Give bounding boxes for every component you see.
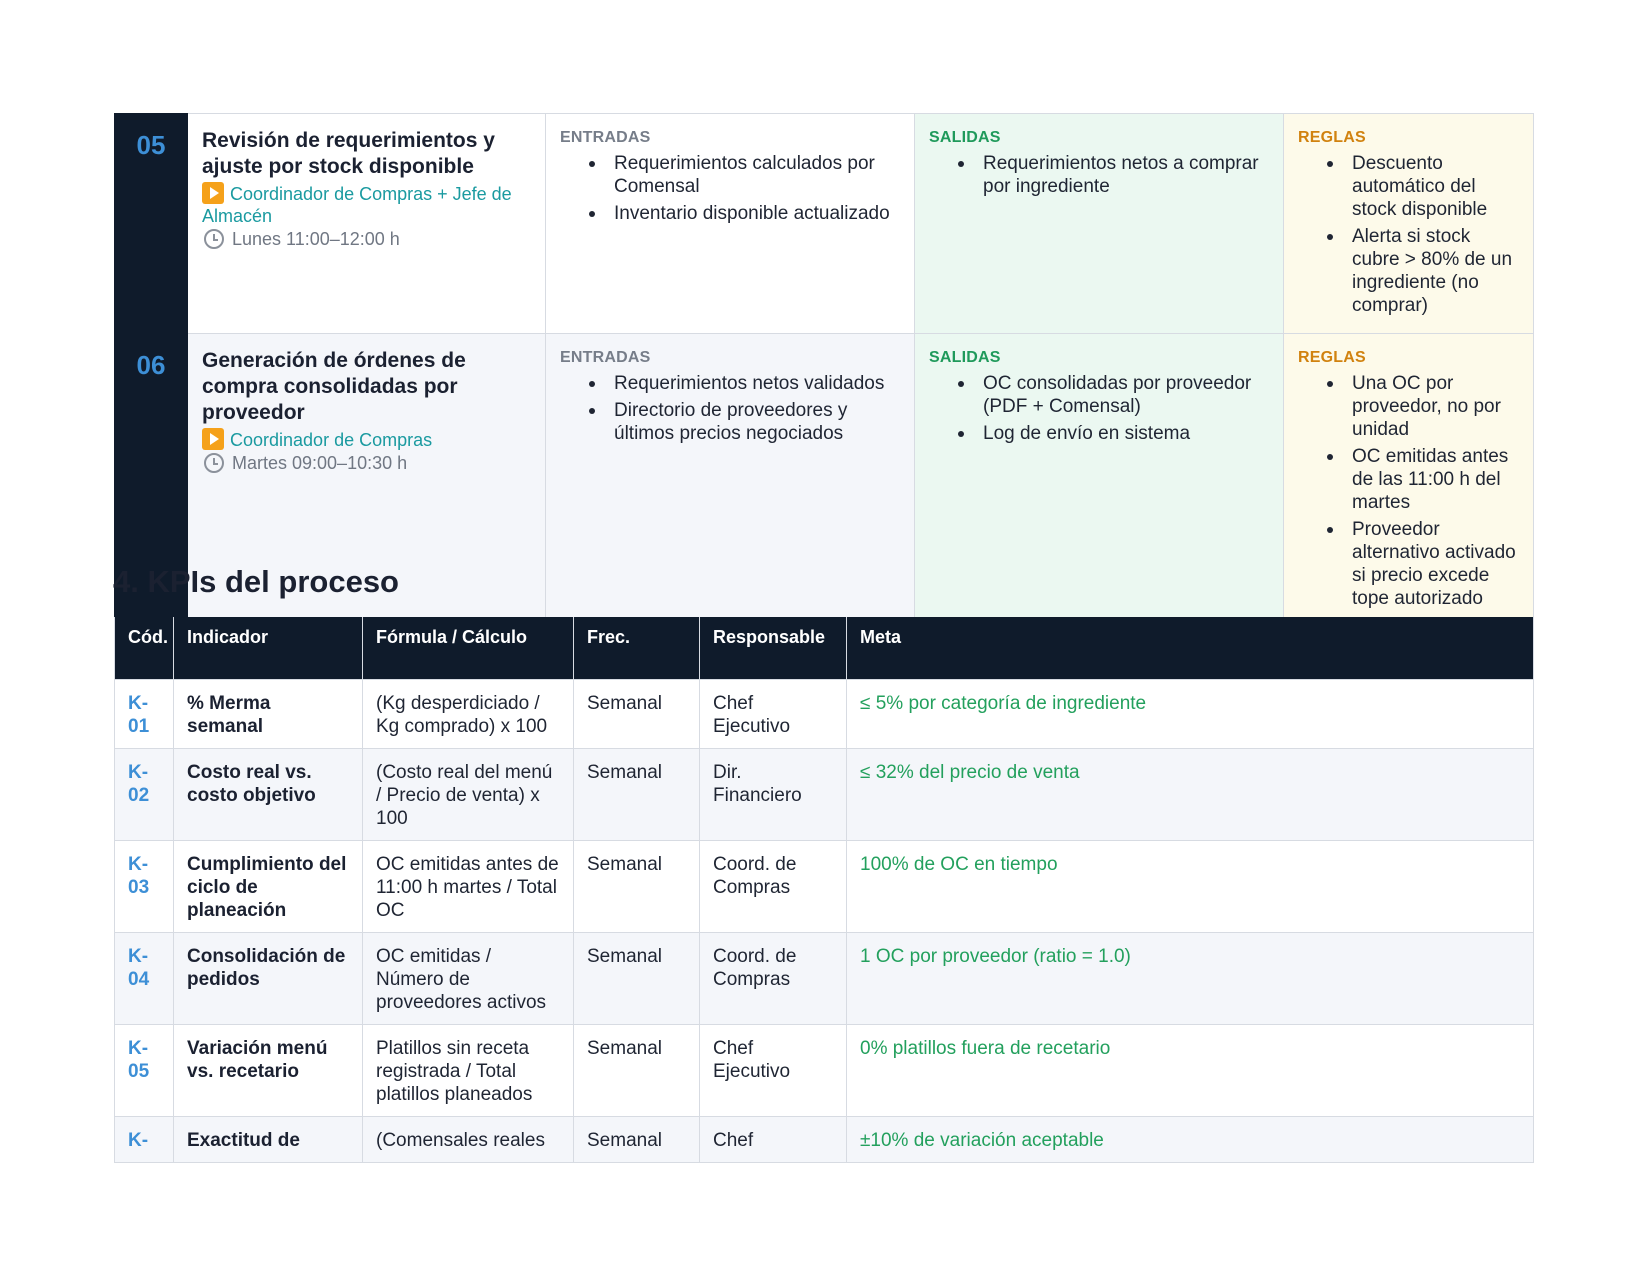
reglas-cell: REGLAS Una OC por proveedor, no por unida… (1283, 333, 1534, 627)
kpi-frequency: Semanal (573, 679, 700, 749)
kpi-formula: OC emitidas / Número de proveedores acti… (362, 932, 574, 1025)
kpi-formula: (Comensales reales (362, 1116, 574, 1163)
kpi-goal: 1 OC por proveedor (ratio = 1.0) (846, 932, 1534, 1025)
entradas-item: Inventario disponible actualizado (589, 202, 900, 225)
process-steps-table: 05 Revisión de requerimientos y ajuste po… (114, 113, 1534, 627)
salidas-item: Requerimientos netos a comprar por ingre… (958, 152, 1269, 198)
step-time-text: Lunes 11:00–12:00 h (232, 229, 400, 249)
header-frequency: Frec. (573, 617, 700, 680)
kpi-goal: ≤ 5% por categoría de ingrediente (846, 679, 1534, 749)
reglas-label: REGLAS (1298, 349, 1366, 366)
kpi-code: K-02 (114, 748, 174, 841)
salidas-cell: SALIDAS OC consolidadas por proveedor (PD… (914, 333, 1284, 627)
kpi-indicator: Variación menú vs. recetario (173, 1024, 363, 1117)
reglas-item: Proveedor alternativo activado si precio… (1327, 518, 1519, 610)
kpi-code: K-04 (114, 932, 174, 1025)
kpi-goal: ±10% de variación aceptable (846, 1116, 1534, 1163)
reglas-item: Una OC por proveedor, no por unidad (1327, 372, 1519, 441)
section-title: 4. KPIs del proceso (113, 564, 399, 599)
step-title: Generación de órdenes de compra consolid… (202, 349, 466, 424)
step-info-cell: Revisión de requerimientos y ajuste por … (187, 113, 546, 334)
step-time: Lunes 11:00–12:00 h (202, 228, 531, 250)
kpi-row: K-02 Costo real vs. costo objetivo (Costo … (114, 748, 1534, 841)
kpi-formula: OC emitidas antes de 11:00 h martes / To… (362, 840, 574, 933)
entradas-item: Requerimientos calculados por Comensal (589, 152, 900, 198)
salidas-label: SALIDAS (929, 129, 1001, 146)
reglas-cell: REGLAS Descuento automático del stock dis… (1283, 113, 1534, 334)
kpi-frequency: Semanal (573, 1024, 700, 1117)
stopwatch-icon (204, 229, 224, 249)
reglas-item: Descuento automático del stock disponibl… (1327, 152, 1519, 221)
kpi-table: Cód. Indicador Fórmula / Cálculo Frec. R… (114, 617, 1534, 1163)
kpi-row: K-05 Variación menú vs. recetario Platillo… (114, 1024, 1534, 1117)
reglas-list: Descuento automático del stock disponibl… (1298, 152, 1519, 317)
kpi-row: K-01% Merma semanal (Kg desperdiciado / K… (114, 679, 1534, 749)
kpi-frequency: Semanal (573, 748, 700, 841)
kpi-goal: 0% platillos fuera de recetario (846, 1024, 1534, 1117)
kpi-indicator: % Merma semanal (173, 679, 363, 749)
step-time-text: Martes 09:00–10:30 h (232, 453, 408, 473)
kpi-indicator: Cumplimiento del ciclo de planeación (173, 840, 363, 933)
kpi-owner: Chef Ejecutivo (699, 679, 847, 749)
kpi-code: K-01 (114, 679, 174, 749)
entradas-item: Directorio de proveedores y últimos prec… (589, 399, 900, 445)
step-number: 05 (114, 113, 188, 334)
kpi-row: K-03 Cumplimiento del ciclo de planeación… (114, 840, 1534, 933)
kpi-code: K- (114, 1116, 174, 1163)
entradas-cell: ENTRADAS Requerimientos calculados por Co… (545, 113, 915, 334)
kpi-frequency: Semanal (573, 932, 700, 1025)
play-icon (202, 428, 224, 450)
kpi-row: K-04 Consolidación de pedidos OC emitidas … (114, 932, 1534, 1025)
stopwatch-icon (204, 453, 224, 473)
salidas-label: SALIDAS (929, 349, 1001, 366)
kpi-code: K-05 (114, 1024, 174, 1117)
kpi-frequency: Semanal (573, 840, 700, 933)
kpi-indicator: Costo real vs. costo objetivo (173, 748, 363, 841)
salidas-list: Requerimientos netos a comprar por ingre… (929, 152, 1269, 198)
kpi-formula: Platillos sin receta registrada / Total … (362, 1024, 574, 1117)
entradas-label: ENTRADAS (560, 129, 651, 146)
salidas-item: OC consolidadas por proveedor (PDF + Com… (958, 372, 1269, 418)
kpi-owner: Chef Ejecutivo (699, 1024, 847, 1117)
kpi-frequency: Semanal (573, 1116, 700, 1163)
reglas-list: Una OC por proveedor, no por unidad OC em… (1298, 372, 1519, 610)
entradas-item: Requerimientos netos validados (589, 372, 900, 395)
kpi-formula: (Kg desperdiciado / Kg comprado) x 100 (362, 679, 574, 749)
entradas-cell: ENTRADAS Requerimientos netos validados Di… (545, 333, 915, 627)
step-role-text: Coordinador de Compras (230, 430, 433, 450)
kpi-owner: Chef (699, 1116, 847, 1163)
step-role: Coordinador de Compras (202, 428, 531, 451)
header-code: Cód. (114, 617, 174, 680)
header-indicator: Indicador (173, 617, 363, 680)
kpi-goal: 100% de OC en tiempo (846, 840, 1534, 933)
entradas-list: Requerimientos calculados por Comensal In… (560, 152, 900, 225)
kpi-owner: Coord. de Compras (699, 932, 847, 1025)
kpi-owner: Coord. de Compras (699, 840, 847, 933)
step-row: 05 Revisión de requerimientos y ajuste po… (114, 113, 1534, 334)
entradas-label: ENTRADAS (560, 349, 651, 366)
reglas-label: REGLAS (1298, 129, 1366, 146)
reglas-item: OC emitidas antes de las 11:00 h del mar… (1327, 445, 1519, 514)
step-role-text: Coordinador de Compras + Jefe de Almacén (202, 184, 512, 226)
header-owner: Responsable (699, 617, 847, 680)
kpi-formula: (Costo real del menú / Precio de venta) … (362, 748, 574, 841)
kpi-goal: ≤ 32% del precio de venta (846, 748, 1534, 841)
salidas-item: Log de envío en sistema (958, 422, 1269, 445)
kpi-code: K-03 (114, 840, 174, 933)
kpi-indicator: Exactitud de (173, 1116, 363, 1163)
header-formula: Fórmula / Cálculo (362, 617, 574, 680)
reglas-item: Alerta si stock cubre > 80% de un ingred… (1327, 225, 1519, 317)
header-goal: Meta (846, 617, 1534, 680)
kpi-indicator: Consolidación de pedidos (173, 932, 363, 1025)
salidas-list: OC consolidadas por proveedor (PDF + Com… (929, 372, 1269, 445)
step-title: Revisión de requerimientos y ajuste por … (202, 129, 495, 178)
kpi-owner: Dir. Financiero (699, 748, 847, 841)
kpi-row: K- Exactitud de (Comensales reales Semanal C… (114, 1116, 1534, 1163)
step-role: Coordinador de Compras + Jefe de Almacén (202, 182, 531, 227)
entradas-list: Requerimientos netos validados Directorio… (560, 372, 900, 445)
step-time: Martes 09:00–10:30 h (202, 452, 531, 474)
kpi-header-row: Cód. Indicador Fórmula / Cálculo Frec. R… (114, 617, 1534, 680)
play-icon (202, 182, 224, 204)
salidas-cell: SALIDAS Requerimientos netos a comprar po… (914, 113, 1284, 334)
